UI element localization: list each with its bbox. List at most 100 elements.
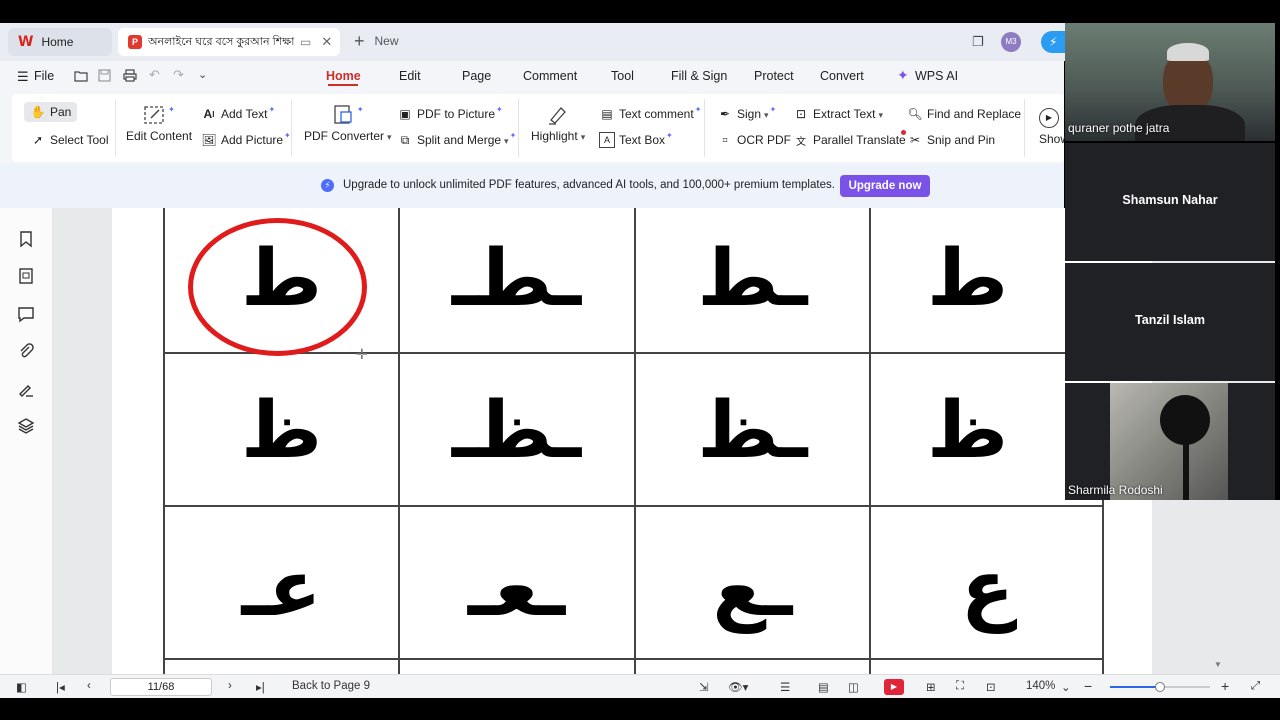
split-merge-button[interactable]: ⧉Split and Merge✦ <box>397 131 517 148</box>
zoom-slider[interactable] <box>1110 682 1210 692</box>
print-icon[interactable] <box>123 68 137 82</box>
search-icon: 🔍︎ <box>907 107 923 121</box>
save-icon[interactable] <box>98 68 111 82</box>
select-tool-button[interactable]: ➚ Select Tool <box>30 132 109 148</box>
redo-icon[interactable]: ↷ <box>173 67 184 83</box>
show-label: Show <box>1039 132 1065 146</box>
last-page-icon[interactable]: ▸| <box>256 680 265 694</box>
menu-protect[interactable]: Protect <box>754 69 794 83</box>
fit-page-icon[interactable]: ⛶ <box>956 680 964 693</box>
show-button[interactable]: ▶ Show <box>1039 108 1065 146</box>
add-text-label: Add Text <box>221 107 268 121</box>
hand-icon: ✋ <box>30 105 46 119</box>
pdf-to-picture-button[interactable]: ▣ PDF to Picture ✦ <box>397 105 502 122</box>
letter-cell: ـع <box>712 544 793 634</box>
export-icon[interactable]: ⇲ <box>699 680 709 694</box>
zoom-out-icon[interactable]: − <box>1084 678 1092 694</box>
single-page-icon[interactable]: ☰ <box>780 680 790 694</box>
edit-content-icon <box>144 106 164 124</box>
menu-comment[interactable]: Comment <box>523 69 577 83</box>
scroll-down-arrow-icon[interactable]: ▼ <box>1214 660 1222 669</box>
fullscreen-icon[interactable]: ⤢ <box>1251 680 1260 693</box>
add-text-button[interactable]: A I Add Text ✦ <box>201 105 276 122</box>
back-to-page-link[interactable]: Back to Page 9 <box>292 680 370 692</box>
add-picture-button[interactable]: 🖼 Add Picture ✦ <box>201 131 290 148</box>
continuous-page-icon[interactable]: ▤ <box>818 680 829 694</box>
open-folder-icon[interactable] <box>74 68 88 82</box>
menu-convert[interactable]: Convert <box>820 69 864 83</box>
menu-fill-sign[interactable]: Fill & Sign <box>671 69 727 83</box>
fit-width-icon[interactable]: ⊞ <box>926 680 936 694</box>
upgrade-banner-text: Upgrade to unlock unlimited PDF features… <box>343 179 835 191</box>
letter-cell: ـطـ <box>451 234 582 324</box>
participant-video-tile[interactable]: Sharmila Rodoshi <box>1065 383 1275 500</box>
pdf-converter-button[interactable]: ✦ PDF Converter <box>304 103 392 143</box>
play-slideshow-button[interactable]: ▶ <box>884 679 904 695</box>
menu-tool[interactable]: Tool <box>611 69 634 83</box>
sign-button[interactable]: ✒Sign✦ <box>717 105 776 122</box>
snip-pin-button[interactable]: ✂ Snip and Pin <box>907 132 995 148</box>
new-tab-button[interactable]: + New <box>354 32 399 50</box>
menu-wps-ai[interactable]: WPS AI <box>915 69 958 83</box>
thumbnail-icon[interactable] <box>17 267 35 285</box>
extract-text-button[interactable]: ⊡ Extract Text <box>793 106 883 122</box>
participant-name: quraner pothe jatra <box>1068 121 1170 135</box>
participant-video-tile[interactable]: Tanzil Islam <box>1065 263 1275 381</box>
tab-home[interactable]: W Home <box>8 28 112 56</box>
menu-page[interactable]: Page <box>462 69 491 83</box>
zoom-level-select[interactable]: 140% <box>1026 680 1055 692</box>
upgrade-now-button[interactable]: Upgrade now <box>840 175 930 197</box>
first-page-icon[interactable]: |◂ <box>56 680 65 694</box>
bookmark-icon[interactable] <box>17 230 35 248</box>
highlight-button[interactable]: Highlight <box>531 103 585 143</box>
next-page-icon[interactable]: › <box>228 680 232 692</box>
edit-content-button[interactable]: ✦ Edit Content <box>126 103 192 143</box>
pan-tool-button[interactable]: ✋ Pan <box>24 102 78 122</box>
previous-page-icon[interactable]: ‹ <box>87 680 91 692</box>
tab-document[interactable]: P অনলাইনে ঘরে বসে কুরআন শিক্ষা ▭ ✕ <box>118 28 340 56</box>
play-circle-icon: ▶ <box>1039 108 1059 128</box>
layers-icon[interactable] <box>17 417 35 435</box>
letter-cell: ـظ <box>697 386 808 476</box>
user-avatar[interactable]: M3 <box>1001 32 1021 52</box>
participant-video-tile[interactable]: quraner pothe jatra <box>1065 23 1275 141</box>
wps-logo-icon: W <box>18 34 34 50</box>
sidebar-toggle-icon[interactable]: ◧ <box>16 680 27 694</box>
table-border <box>163 505 1103 507</box>
monitor-icon[interactable]: ▭ <box>300 35 311 49</box>
comment-icon[interactable] <box>17 305 35 323</box>
two-page-icon[interactable]: ◫ <box>848 680 859 694</box>
hamburger-icon[interactable]: ☰ <box>17 69 29 85</box>
text-box-button[interactable]: A Text Box ✦ <box>599 131 673 148</box>
menu-home[interactable]: Home <box>326 69 361 83</box>
crop-icon[interactable]: ⊡ <box>986 680 996 694</box>
find-replace-button[interactable]: 🔍︎ Find and Replace <box>907 106 1021 122</box>
ribbon-separator <box>291 99 292 157</box>
zoom-slider-knob[interactable] <box>1155 682 1165 692</box>
chevron-down-icon[interactable]: ⌄ <box>198 68 207 81</box>
window-restore-icon[interactable]: ❐ <box>972 34 984 50</box>
menu-edit[interactable]: Edit <box>399 69 421 83</box>
upgrade-banner: ⚡ Upgrade to unlock unlimited PDF featur… <box>0 164 1064 208</box>
zoom-in-icon[interactable]: + <box>1221 678 1229 694</box>
text-comment-button[interactable]: ▤ Text comment ✦ <box>599 105 701 122</box>
status-bar: ◧ |◂ ‹ 11/68 › ▸| Back to Page 9 ⇲ 👁︎▾ ☰… <box>0 674 1280 698</box>
chevron-down-icon[interactable]: ⌄ <box>1061 680 1071 694</box>
menu-file[interactable]: File <box>34 69 54 83</box>
close-tab-icon[interactable]: ✕ <box>321 34 332 50</box>
participant-video-tile[interactable]: Shamsun Nahar <box>1065 143 1275 261</box>
signature-icon[interactable] <box>17 380 35 398</box>
parallel-translate-button[interactable]: 文 Parallel Translate <box>793 130 906 148</box>
eye-view-icon[interactable]: 👁︎▾ <box>728 680 748 694</box>
rose-stem <box>1183 438 1189 500</box>
picture-icon: 🖼 <box>201 133 217 147</box>
extract-text-label: Extract Text <box>813 107 883 121</box>
undo-icon[interactable]: ↶ <box>149 67 160 83</box>
new-badge-dot <box>900 130 906 135</box>
highlight-label: Highlight <box>531 129 585 143</box>
red-annotation-circle[interactable] <box>188 218 367 356</box>
attachment-icon[interactable] <box>17 342 35 360</box>
ribbon-separator <box>1024 99 1025 157</box>
ocr-pdf-button[interactable]: ⌗ OCR PDF <box>717 132 791 148</box>
page-number-input[interactable]: 11/68 <box>110 678 212 696</box>
